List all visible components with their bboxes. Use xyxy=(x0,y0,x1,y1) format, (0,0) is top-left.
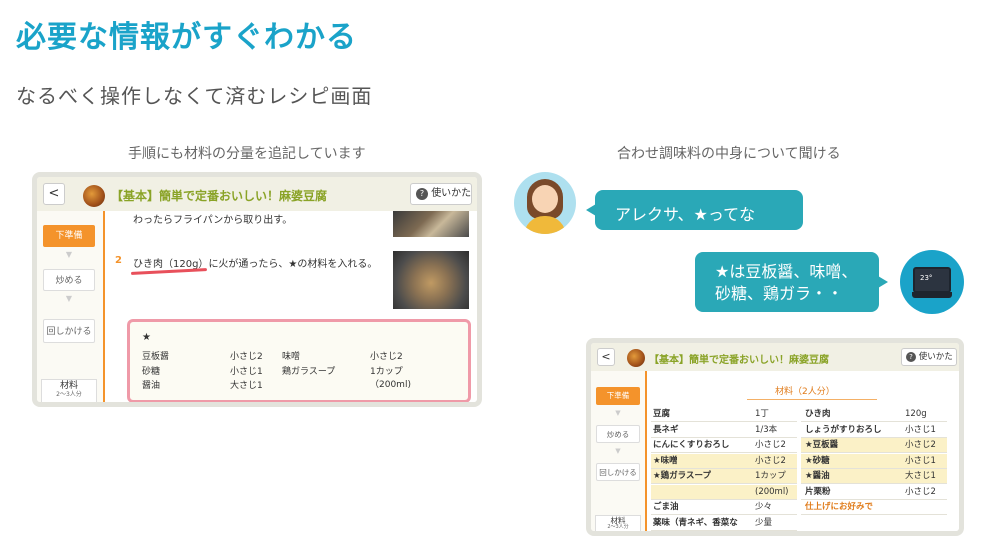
ingredient-qty: 1/3本 xyxy=(755,424,778,435)
step-sidebar: 下準備 ▼ 炒める ▼ 回しかける 材料 2〜3人分 xyxy=(591,371,645,531)
step-content: わったらフライパンから取り出す。 2 ひき肉（120g）に火が通ったら、★の材料… xyxy=(105,211,477,402)
materials-button[interactable]: 材料 2〜3人分 xyxy=(41,379,97,402)
ingredient-name: ★鶏ガラスープ xyxy=(653,471,711,481)
ingredient-name: ★醤油 xyxy=(805,471,830,481)
step-2-text: ひき肉（120g）に火が通ったら、★の材料を入れる。 xyxy=(133,255,377,270)
ingredient-name: にんにくすりおろし xyxy=(653,440,730,450)
ingredient-qty: 小さじ2 xyxy=(905,440,936,450)
step-sidebar: 下準備 ▼ 炒める ▼ 回しかける 材料 2〜3人分 xyxy=(37,211,103,402)
box-item-name: 味噌 xyxy=(282,352,301,362)
ingredient-qty: 小さじ2 xyxy=(755,440,786,450)
materials-panel: 材料（2人分） 豆腐 1丁 長ネギ 1/3本 にんにくすりおろし 小さじ2 ★味噌 小さじ2 ★… xyxy=(647,371,959,531)
box-item-qty: 大さじ1 xyxy=(230,381,263,391)
recipe-topbar: < 【基本】簡単で定番おいしい！麻婆豆腐 ? 使いかた xyxy=(37,177,477,211)
step-tab-fry[interactable]: 炒める xyxy=(596,425,640,443)
step-tab-pour[interactable]: 回しかける xyxy=(43,319,95,343)
step-photo xyxy=(393,211,469,237)
help-icon: ? xyxy=(906,352,916,362)
ingredient-qty: 小さじ1 xyxy=(905,424,936,435)
materials-sub: 2〜3人分 xyxy=(56,390,82,398)
step-tab-pour[interactable]: 回しかける xyxy=(596,463,640,481)
ingredient-name: 薬味（青ネギ、香菜な xyxy=(653,517,738,528)
user-avatar xyxy=(514,172,576,234)
speaker-screen-text: 23° xyxy=(920,274,933,282)
step-tab-prep[interactable]: 下準備 xyxy=(43,225,95,247)
ingredient-name: 片栗粉 xyxy=(805,486,831,497)
smart-speaker-icon: 23° xyxy=(900,250,964,314)
avatar-face xyxy=(532,185,558,213)
recipe-thumbnail xyxy=(83,185,105,207)
step-text-line: わったらフライパンから取り出す。 xyxy=(133,215,293,226)
ingredient-name: 豆腐 xyxy=(653,409,671,419)
recipe-title: 【基本】簡単で定番おいしい！麻婆豆腐 xyxy=(111,189,328,203)
step-tab-prep[interactable]: 下準備 xyxy=(596,387,640,405)
box-item-qty: 小さじ2 xyxy=(370,352,403,362)
help-button[interactable]: ? 使いかた xyxy=(410,183,472,205)
box-item-name: 砂糖 xyxy=(142,367,161,377)
help-label: 使いかた xyxy=(431,188,472,199)
ingredient-qty: 1カップ xyxy=(755,471,786,481)
materials-heading-underline xyxy=(747,399,877,400)
box-item-qty: （200ml) xyxy=(370,380,411,390)
speaker-screen: 23° xyxy=(913,267,951,293)
recipe-thumbnail xyxy=(627,349,645,367)
help-button[interactable]: ? 使いかた xyxy=(901,348,957,366)
answer-bubble: ★は豆板醤、味噌、 砂糖、鶏ガラ・・ xyxy=(695,252,888,312)
recipe-title: 【基本】簡単で定番おいしい！麻婆豆腐 xyxy=(649,355,829,366)
ingredient-qty: (200ml) xyxy=(755,486,789,497)
caption-left: 手順にも材料の分量を追記しています xyxy=(128,146,366,162)
star-label: ★ xyxy=(142,332,151,343)
ingredient-name: ごま油 xyxy=(653,502,679,512)
chevron-down-icon: ▼ xyxy=(615,409,621,417)
ingredient-name: ★砂糖 xyxy=(805,455,830,466)
box-item-name: 鶏ガラスープ xyxy=(282,367,336,377)
recipe-topbar: < 【基本】簡単で定番おいしい！麻婆豆腐 ? 使いかた xyxy=(591,343,959,371)
materials-heading: 材料（2人分） xyxy=(775,387,835,397)
ingredient-qty: 少々 xyxy=(755,502,773,512)
avatar-body xyxy=(524,216,566,234)
answer-line: 砂糖、鶏ガラ・・ xyxy=(715,284,844,303)
help-icon: ? xyxy=(416,188,428,200)
page-subheading: なるべく操作しなくて済むレシピ画面 xyxy=(16,84,373,108)
ingredient-name: 長ネギ xyxy=(653,424,679,435)
ingredient-name: ★味噌 xyxy=(653,455,678,466)
ingredient-qty: 小さじ2 xyxy=(755,455,786,466)
chevron-down-icon: ▼ xyxy=(65,250,73,259)
help-label: 使いかた xyxy=(918,352,953,362)
ingredient-qty: 120g xyxy=(905,409,927,419)
recipe-screen-left: < 【基本】簡単で定番おいしい！麻婆豆腐 ? 使いかた 下準備 ▼ 炒める ▼ … xyxy=(32,172,482,407)
materials-button[interactable]: 材料 2〜3人分 xyxy=(595,515,641,531)
back-button[interactable]: < xyxy=(43,183,65,205)
ingredient-name: ひき肉 xyxy=(805,409,831,419)
caption-right: 合わせ調味料の中身について聞ける xyxy=(617,146,841,162)
speaker-base xyxy=(912,292,952,298)
ingredient-qty: 大さじ1 xyxy=(905,471,936,481)
step-2-instruction: に火が通ったら、★の材料を入れる。 xyxy=(208,259,378,270)
ingredient-name: ★豆板醤 xyxy=(805,440,839,450)
step-tab-fry[interactable]: 炒める xyxy=(43,269,95,291)
recipe-screen-right: < 【基本】簡単で定番おいしい！麻婆豆腐 ? 使いかた 下準備 ▼ 炒める ▼ … xyxy=(586,338,964,536)
ingredient-qty: 少量 xyxy=(755,517,773,528)
ingredient-name: 仕上げにお好みで xyxy=(805,502,874,512)
ingredient-qty: 1丁 xyxy=(755,409,769,419)
box-item-qty: 小さじ2 xyxy=(230,352,263,362)
box-item-name: 豆板醤 xyxy=(142,352,170,362)
chevron-down-icon: ▼ xyxy=(65,294,73,303)
materials-sub: 2〜3人分 xyxy=(607,524,629,531)
box-item-qty: 小さじ1 xyxy=(230,367,263,377)
step-photo xyxy=(393,251,469,309)
box-item-qty: 1カップ xyxy=(370,367,403,377)
star-ingredients-box: ★ 豆板醤 小さじ2 味噌 小さじ2 砂糖 小さじ1 鶏ガラスープ 1カップ 醤… xyxy=(127,319,471,402)
back-button[interactable]: < xyxy=(597,348,615,366)
ingredient-qty: 小さじ1 xyxy=(905,455,936,466)
ingredient-qty: 小さじ2 xyxy=(905,486,936,497)
page-heading: 必要な情報がすぐわかる xyxy=(16,20,357,55)
question-bubble: アレクサ、★ってなに？ xyxy=(586,190,803,248)
ingredient-name: しょうがすりおろし xyxy=(805,424,882,435)
ingredient-row xyxy=(651,407,797,422)
step-number: 2 xyxy=(115,255,122,266)
box-item-name: 醤油 xyxy=(142,381,161,391)
chevron-down-icon: ▼ xyxy=(615,447,621,455)
answer-line: ★は豆板醤、味噌、 xyxy=(715,262,858,281)
